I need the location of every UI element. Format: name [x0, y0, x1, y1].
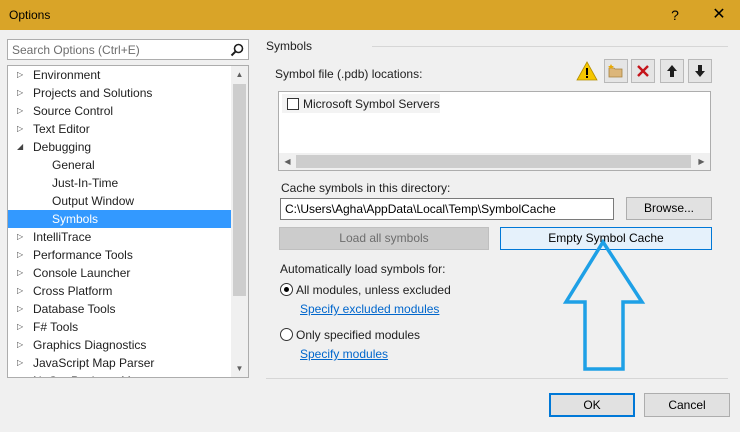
collapsed-arrow-icon[interactable]: ▷	[17, 102, 27, 120]
scroll-down-icon[interactable]: ▼	[231, 360, 248, 377]
window-title: Options	[9, 8, 51, 22]
tree-item[interactable]: ▷ Database Tools	[8, 300, 233, 318]
tree-item-label: Cross Platform	[33, 284, 113, 298]
collapsed-arrow-icon[interactable]: ▷	[17, 264, 27, 282]
only-specified-modules-radio[interactable]	[280, 328, 293, 341]
title-bar: Options ? ✕	[0, 0, 740, 30]
collapsed-arrow-icon[interactable]: ▷	[17, 354, 27, 372]
close-button[interactable]: ✕	[707, 4, 731, 26]
tree-item[interactable]: ▷ Projects and Solutions	[8, 84, 233, 102]
tree-item[interactable]: ▷ IntelliTrace	[8, 228, 233, 246]
tree-item-label: Projects and Solutions	[33, 86, 153, 100]
tree-item[interactable]: ▷ NuGet Package Manager	[8, 372, 233, 377]
tree-item-label: Environment	[33, 68, 101, 82]
tree-item-label: Just-In-Time	[52, 176, 119, 190]
scroll-up-icon[interactable]: ▲	[231, 66, 248, 83]
tree-item[interactable]: ◢ Debugging	[8, 138, 233, 156]
collapsed-arrow-icon[interactable]: ▷	[17, 246, 27, 264]
options-search-box	[7, 39, 249, 60]
tree-item-label: Graphics Diagnostics	[33, 338, 147, 352]
tree-scrollbar[interactable]: ▲ ▼	[231, 66, 248, 377]
tree-item[interactable]: ▷ Performance Tools	[8, 246, 233, 264]
only-specified-modules-label[interactable]: Only specified modules	[296, 328, 420, 342]
cache-directory-field	[280, 198, 614, 220]
ok-button[interactable]: OK	[549, 393, 635, 417]
footer-divider	[266, 378, 728, 379]
location-checkbox[interactable]	[287, 98, 299, 110]
tree-item-label: JavaScript Map Parser	[33, 356, 155, 370]
search-input[interactable]	[8, 40, 218, 59]
collapsed-arrow-icon[interactable]: ▷	[17, 120, 27, 138]
tree-item-label: Text Editor	[33, 122, 90, 136]
tree-item[interactable]: General	[8, 156, 233, 174]
collapsed-arrow-icon[interactable]: ▷	[17, 228, 27, 246]
move-down-icon	[695, 65, 705, 77]
annotation-arrow-icon	[562, 238, 646, 371]
location-label: Microsoft Symbol Servers	[303, 97, 440, 111]
collapsed-arrow-icon[interactable]: ▷	[17, 282, 27, 300]
cache-directory-label: Cache symbols in this directory:	[281, 181, 451, 195]
options-tree: ▷ Environment ▷ Projects and Solutions ▷ Sour…	[7, 65, 249, 378]
move-up-icon	[667, 65, 677, 77]
tree-items: ▷ Environment ▷ Projects and Solutions ▷ Sour…	[8, 66, 233, 377]
load-all-symbols-button: Load all symbols	[279, 227, 489, 250]
tree-item[interactable]: Just-In-Time	[8, 174, 233, 192]
list-horizontal-scrollbar[interactable]: ◀ ▶	[279, 153, 710, 170]
collapsed-arrow-icon[interactable]: ▷	[17, 372, 27, 377]
cache-directory-input[interactable]	[281, 199, 611, 219]
tree-item[interactable]: ▷ Graphics Diagnostics	[8, 336, 233, 354]
collapsed-arrow-icon[interactable]: ▷	[17, 66, 27, 84]
search-icon[interactable]	[229, 42, 245, 58]
tree-item[interactable]: Output Window	[8, 192, 233, 210]
tree-item-label: IntelliTrace	[33, 230, 92, 244]
tree-item[interactable]: ▷ Environment	[8, 66, 233, 84]
move-down-button[interactable]	[688, 59, 712, 83]
tree-item-label: Performance Tools	[33, 248, 133, 262]
tree-item-label: Output Window	[52, 194, 135, 208]
tree-item-label: General	[52, 158, 95, 172]
specify-modules-link[interactable]: Specify modules	[300, 347, 388, 361]
scroll-left-icon[interactable]: ◀	[279, 153, 296, 170]
collapsed-arrow-icon[interactable]: ▷	[17, 318, 27, 336]
tree-item[interactable]: ▷ Text Editor	[8, 120, 233, 138]
symbol-locations-list: Microsoft Symbol Servers ◀ ▶	[278, 91, 711, 171]
browse-button[interactable]: Browse...	[626, 197, 712, 220]
tree-item[interactable]: Symbols	[8, 210, 233, 228]
expanded-arrow-icon[interactable]: ◢	[17, 138, 27, 156]
warning-icon	[576, 61, 598, 81]
all-modules-radio[interactable]	[280, 283, 293, 296]
tree-item[interactable]: ▷ JavaScript Map Parser	[8, 354, 233, 372]
section-divider	[372, 46, 728, 47]
tree-item[interactable]: ▷ Cross Platform	[8, 282, 233, 300]
tree-item[interactable]: ▷ Console Launcher	[8, 264, 233, 282]
add-location-button[interactable]	[604, 59, 628, 83]
list-item[interactable]: Microsoft Symbol Servers	[282, 94, 440, 113]
scroll-thumb[interactable]	[233, 84, 246, 296]
section-title: Symbols	[266, 39, 313, 53]
new-folder-icon	[608, 64, 623, 78]
collapsed-arrow-icon[interactable]: ▷	[17, 336, 27, 354]
move-up-button[interactable]	[660, 59, 684, 83]
help-button[interactable]: ?	[663, 4, 687, 26]
delete-icon	[637, 65, 649, 77]
tree-item-label: Symbols	[52, 212, 99, 226]
tree-item-label: Source Control	[33, 104, 114, 118]
cancel-button[interactable]: Cancel	[644, 393, 730, 417]
tree-item[interactable]: ▷ F# Tools	[8, 318, 233, 336]
tree-item-label: Debugging	[33, 140, 92, 154]
tree-item-label: Database Tools	[33, 302, 116, 316]
scroll-right-icon[interactable]: ▶	[693, 153, 710, 170]
locations-label: Symbol file (.pdb) locations:	[275, 67, 423, 81]
scroll-thumb[interactable]	[296, 155, 691, 168]
tree-item-label: Console Launcher	[33, 266, 131, 280]
tree-item-label: F# Tools	[33, 320, 79, 334]
remove-location-button[interactable]	[631, 59, 655, 83]
specify-excluded-modules-link[interactable]: Specify excluded modules	[300, 302, 439, 316]
auto-load-label: Automatically load symbols for:	[280, 262, 446, 276]
tree-item[interactable]: ▷ Source Control	[8, 102, 233, 120]
collapsed-arrow-icon[interactable]: ▷	[17, 300, 27, 318]
collapsed-arrow-icon[interactable]: ▷	[17, 84, 27, 102]
tree-item-label: NuGet Package Manager	[33, 372, 168, 377]
all-modules-label[interactable]: All modules, unless excluded	[296, 283, 451, 297]
